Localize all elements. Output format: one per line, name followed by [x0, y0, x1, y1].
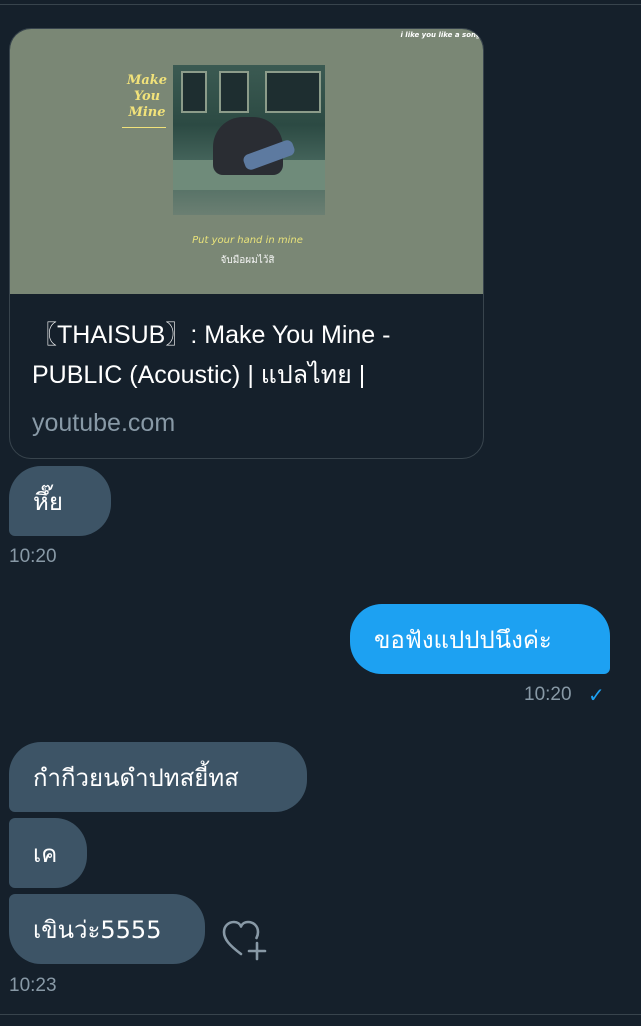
- photo-window: [219, 71, 249, 113]
- thumbnail-lyric-english: Put your hand in mine: [192, 235, 303, 246]
- received-message-bubble[interactable]: หึ๊ย: [9, 466, 111, 536]
- thumbnail-album-title: Make You Mine: [126, 73, 168, 120]
- message-timestamp: 10:20: [524, 684, 572, 705]
- bottom-divider: [0, 1014, 641, 1015]
- photo-window: [265, 71, 321, 113]
- received-message-bubble[interactable]: เค: [9, 818, 87, 888]
- received-message-bubble[interactable]: เขินว่ะ5555: [9, 894, 205, 964]
- link-card-domain: youtube.com: [32, 409, 176, 437]
- thumbnail-title-underline: [122, 127, 166, 128]
- thumbnail-photo: [173, 65, 325, 215]
- video-thumbnail[interactable]: i like you like a song Make You Mine Put…: [10, 29, 483, 294]
- message-timestamp: 10:23: [9, 975, 57, 996]
- photo-window: [181, 71, 207, 113]
- top-divider: [0, 4, 641, 5]
- received-message-bubble[interactable]: กำกีวยนดำปทสยี้ทส: [9, 742, 307, 812]
- thumbnail-corner-text: i like you like a song: [400, 31, 481, 39]
- link-card-title[interactable]: 〖THAISUB〗: Make You Mine - PUBLIC (Acous…: [32, 315, 472, 395]
- message-timestamp: 10:20: [9, 546, 57, 567]
- sent-message-bubble[interactable]: ขอฟังแปปปนึงค่ะ: [350, 604, 610, 674]
- heart-plus-icon[interactable]: [221, 918, 269, 962]
- link-preview-card[interactable]: i like you like a song Make You Mine Put…: [9, 28, 484, 459]
- check-icon: ✓: [588, 683, 605, 707]
- thumbnail-lyric-thai: จับมือผมไว้สิ: [220, 255, 275, 266]
